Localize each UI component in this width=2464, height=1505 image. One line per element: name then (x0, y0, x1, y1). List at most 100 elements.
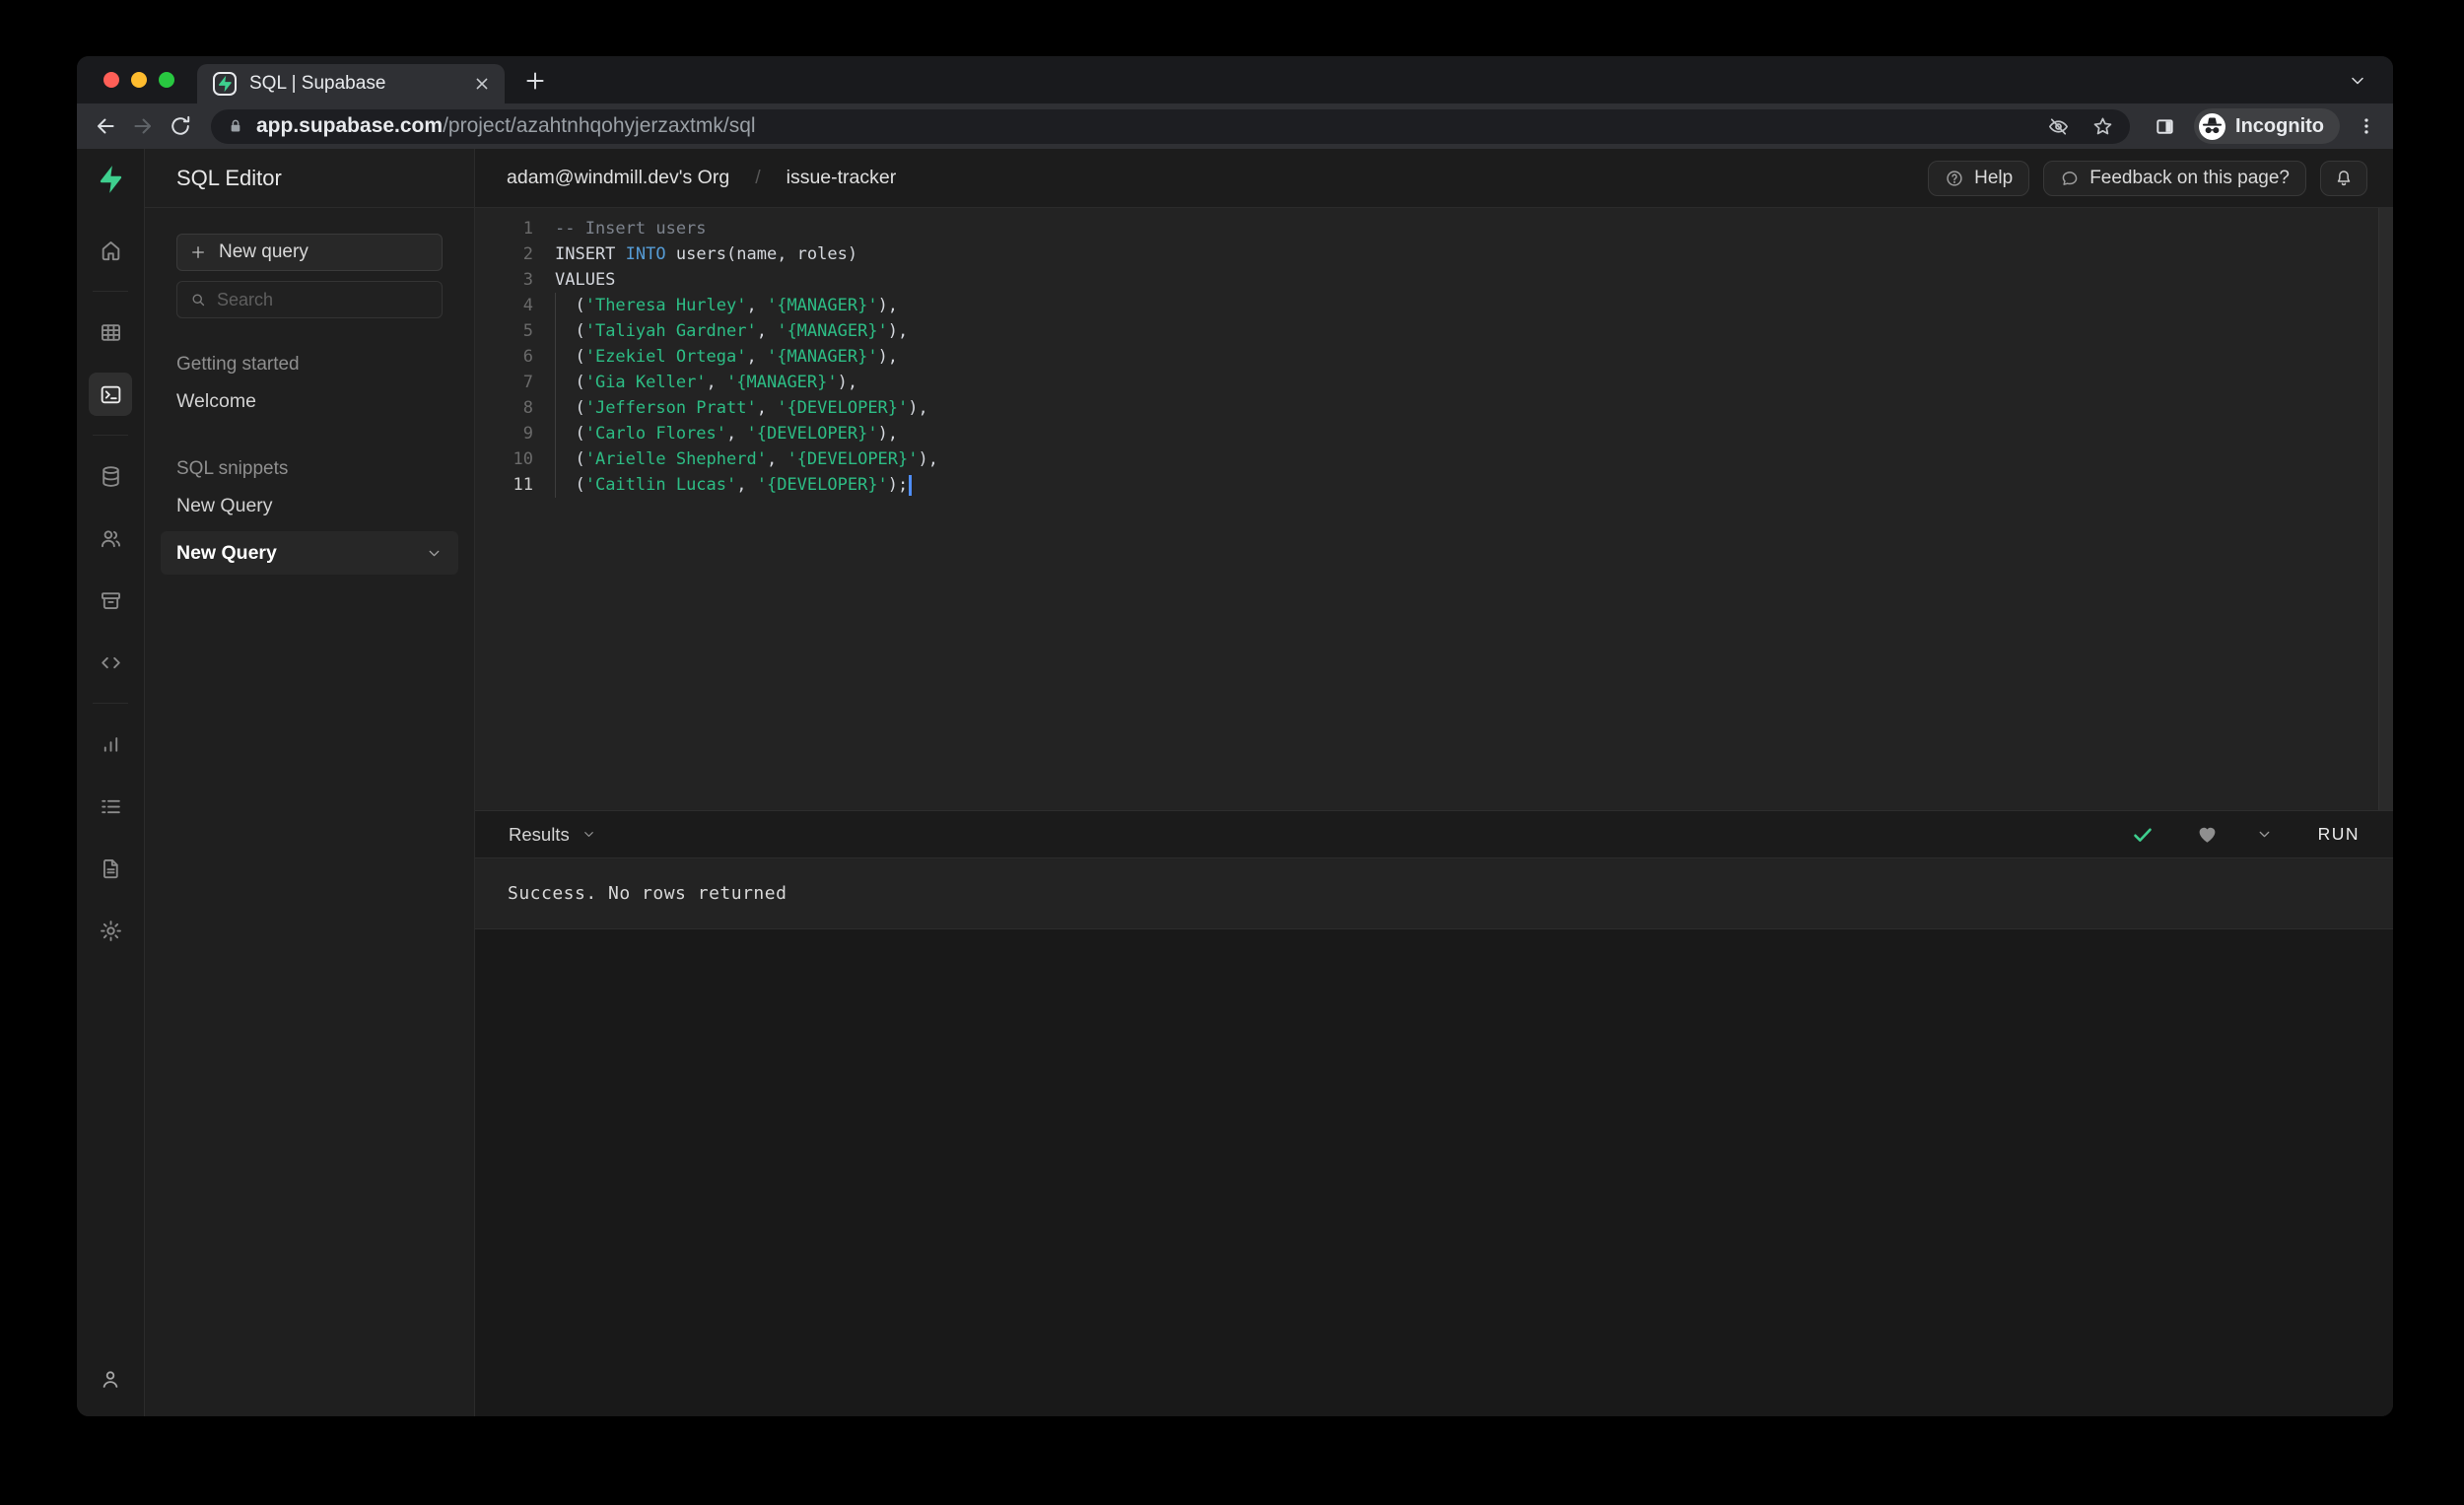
sidebar-body: New query Getting started Welcome SQL snip… (145, 208, 474, 575)
breadcrumb-org[interactable]: adam@windmill.dev's Org (507, 167, 729, 189)
rail-divider (93, 703, 128, 704)
code-text: ('Ezekiel Ortega', '{MANAGER}'), (555, 347, 899, 367)
plus-icon (189, 243, 207, 261)
supabase-bolt-icon (215, 74, 235, 94)
rail-logs-button[interactable] (89, 785, 132, 828)
browser-tab[interactable]: SQL | Supabase (197, 64, 505, 103)
browser-menu-button[interactable] (2356, 115, 2377, 137)
maximize-window-button[interactable] (159, 72, 174, 88)
url-text: app.supabase.com/project/azahtnhqohyjerz… (256, 114, 2025, 138)
sidebar-item[interactable]: New Query (161, 531, 458, 575)
code-line: 11 ('Caitlin Lucas', '{DEVELOPER}'); (475, 472, 2393, 498)
incognito-badge: Incognito (2194, 108, 2340, 144)
search-box (176, 281, 443, 318)
sidebar-header: SQL Editor (145, 149, 474, 208)
incognito-label: Incognito (2235, 114, 2324, 137)
results-actions: RUN (2131, 823, 2360, 847)
nav-rail (77, 149, 145, 1416)
search-icon (189, 291, 207, 308)
rail-reports-button[interactable] (89, 722, 132, 766)
rail-sql-editor-button[interactable] (89, 373, 132, 416)
new-tab-button[interactable] (522, 68, 548, 94)
page-title: SQL Editor (176, 165, 282, 190)
help-button[interactable]: Help (1928, 160, 2030, 196)
code-line: 8 ('Jefferson Pratt', '{DEVELOPER}'), (475, 395, 2393, 421)
url-path: /project/azahtnhqohyjerzaxtmk/sql (443, 114, 756, 137)
rail-database-button[interactable] (89, 454, 132, 498)
code-line: 4 ('Theresa Hurley', '{MANAGER}'), (475, 293, 2393, 318)
rail-auth-users-button[interactable] (89, 516, 132, 560)
sql-code-editor[interactable]: 1 -- Insert users 2 INSERT INTO users(name,… (475, 208, 2393, 810)
sql-editor-icon (99, 382, 123, 407)
incognito-icon (2199, 113, 2225, 140)
code-line: 3 VALUES (475, 267, 2393, 293)
new-query-button[interactable]: New query (176, 234, 443, 271)
sidebar-item[interactable]: New Query (161, 484, 458, 527)
question-circle-icon (1945, 169, 1964, 188)
rail-api-docs-button[interactable] (89, 847, 132, 890)
table-editor-icon (99, 320, 123, 345)
forward-button[interactable] (130, 113, 156, 139)
api-docs-icon (99, 856, 123, 881)
results-dropdown[interactable]: Results (509, 824, 596, 846)
reports-icon (99, 732, 123, 757)
code-text: VALUES (555, 270, 616, 290)
run-button[interactable]: RUN (2318, 824, 2360, 845)
feedback-label: Feedback on this page? (2089, 167, 2290, 188)
sql-editor-sidebar: SQL Editor New query Getting started Welc… (145, 149, 475, 1416)
code-line: 10 ('Arielle Shepherd', '{DEVELOPER}'), (475, 446, 2393, 472)
line-number: 7 (522, 373, 533, 392)
account-button[interactable] (89, 1357, 132, 1401)
favorite-button[interactable] (2196, 823, 2219, 846)
rail-storage-button[interactable] (89, 579, 132, 622)
code-line: 7 ('Gia Keller', '{MANAGER}'), (475, 370, 2393, 395)
reload-button[interactable] (168, 113, 193, 139)
auth-users-icon (99, 526, 123, 551)
tab-close-icon[interactable] (471, 73, 493, 95)
rail-settings-button[interactable] (89, 909, 132, 952)
code-text: ('Caitlin Lucas', '{DEVELOPER}'); (555, 472, 913, 498)
code-lines: 1 -- Insert users 2 INSERT INTO users(name,… (475, 216, 2393, 498)
logs-icon (99, 794, 123, 819)
supabase-logo[interactable] (77, 149, 144, 210)
search-input[interactable] (217, 289, 430, 310)
indent-guide (555, 293, 556, 498)
line-number: 2 (522, 244, 533, 264)
side-panel-icon[interactable] (2154, 115, 2176, 138)
bookmark-star-icon[interactable] (2091, 115, 2114, 138)
close-window-button[interactable] (103, 72, 119, 88)
results-label: Results (509, 823, 570, 845)
lock-icon (227, 117, 244, 135)
run-options-chevron-icon[interactable] (2256, 826, 2273, 843)
storage-icon (99, 588, 123, 613)
code-text: ('Gia Keller', '{MANAGER}'), (555, 373, 858, 392)
address-bar[interactable]: app.supabase.com/project/azahtnhqohyjerz… (211, 108, 2131, 144)
tab-title: SQL | Supabase (249, 73, 386, 94)
rail-divider (93, 291, 128, 292)
bell-icon (2334, 169, 2354, 188)
feedback-button[interactable]: Feedback on this page? (2043, 160, 2306, 196)
supabase-app: SQL Editor New query Getting started Welc… (77, 149, 2393, 1416)
line-number: 8 (522, 398, 533, 418)
code-text: ('Jefferson Pratt', '{DEVELOPER}'), (555, 398, 928, 418)
back-button[interactable] (93, 113, 118, 139)
code-text: ('Theresa Hurley', '{MANAGER}'), (555, 296, 899, 315)
notifications-button[interactable] (2320, 160, 2367, 196)
code-line: 9 ('Carlo Flores', '{DEVELOPER}'), (475, 421, 2393, 446)
home-icon (99, 239, 123, 263)
account-icon (99, 1367, 122, 1391)
sidebar-item[interactable]: Welcome (161, 379, 458, 423)
rail-edge-functions-button[interactable] (89, 641, 132, 684)
tab-search-chevron-icon[interactable] (2348, 71, 2367, 91)
incognito-avatar (2199, 112, 2226, 140)
empty-results-area (475, 929, 2393, 1416)
minimize-window-button[interactable] (131, 72, 147, 88)
rail-home-button[interactable] (89, 229, 132, 272)
rail-table-editor-button[interactable] (89, 310, 132, 354)
code-line: 5 ('Taliyah Gardner', '{MANAGER}'), (475, 318, 2393, 344)
header-actions: Help Feedback on this page? (1928, 160, 2367, 196)
tab-strip: SQL | Supabase (77, 56, 2393, 103)
breadcrumb-project[interactable]: issue-tracker (787, 167, 897, 189)
rail-divider (93, 435, 128, 436)
eye-off-icon[interactable] (2047, 115, 2070, 138)
